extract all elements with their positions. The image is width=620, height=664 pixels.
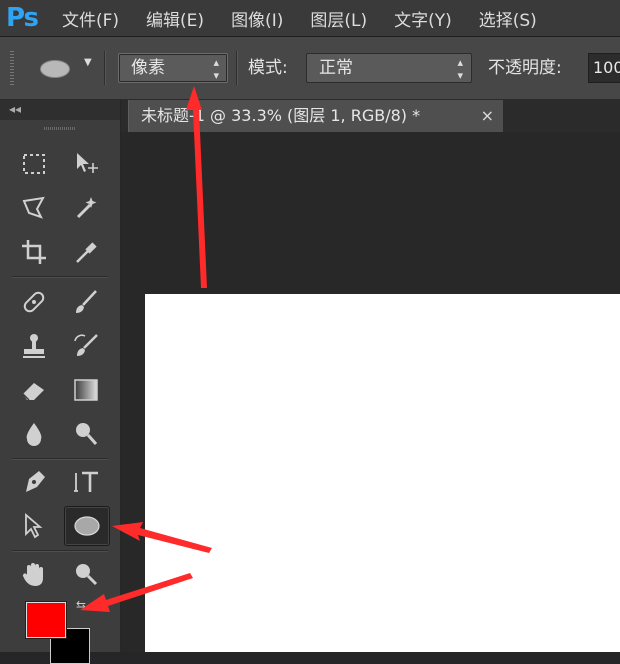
tools-separator — [12, 458, 108, 460]
eraser-tool[interactable] — [14, 372, 54, 408]
hand-icon — [22, 563, 43, 586]
clone-stamp-icon — [23, 334, 45, 358]
crop-icon — [22, 240, 46, 264]
marquee-icon — [23, 154, 45, 174]
tools-separator — [12, 276, 108, 278]
opacity-input[interactable]: 100 — [588, 53, 620, 83]
lasso-tool[interactable] — [14, 190, 54, 226]
menu-bar: Ps 文件(F) 编辑(E) 图像(I) 图层(L) 文字(Y) 选择(S) — [0, 0, 620, 37]
move-icon — [77, 153, 98, 173]
blur-icon — [26, 423, 42, 446]
ellipse-icon — [74, 516, 100, 536]
type-icon — [74, 471, 98, 492]
tools-panel-grip[interactable] — [44, 127, 76, 130]
shape-mode-value: 像素 — [131, 58, 165, 78]
path-selection-tool[interactable] — [14, 508, 54, 544]
type-tool[interactable] — [66, 464, 106, 500]
options-separator — [236, 51, 238, 85]
zoom-tool[interactable] — [66, 556, 106, 592]
brush-tool[interactable] — [66, 284, 106, 320]
lasso-icon — [22, 196, 45, 219]
healing-brush-tool[interactable] — [14, 284, 54, 320]
blend-mode-value: 正常 — [319, 58, 353, 78]
menu-select[interactable]: 选择(S) — [479, 6, 537, 31]
menu-type[interactable]: 文字(Y) — [394, 6, 452, 31]
menu-edit[interactable]: 编辑(E) — [146, 6, 204, 31]
swap-colors-icon[interactable]: ⇆ — [76, 598, 86, 612]
close-icon[interactable]: × — [481, 100, 494, 132]
move-tool[interactable] — [66, 146, 106, 182]
eyedropper-icon — [76, 242, 97, 263]
document-canvas[interactable] — [145, 294, 620, 652]
eraser-icon — [22, 383, 44, 401]
magic-wand-icon — [76, 197, 97, 219]
hand-tool[interactable] — [14, 556, 54, 592]
foreground-color-swatch[interactable] — [26, 602, 66, 638]
tools-panel-collapse[interactable]: ◂◂ — [0, 100, 120, 120]
document-tab-title: 未标题-1 @ 33.3% (图层 1, RGB/8) * — [141, 106, 421, 125]
menu-file[interactable]: 文件(F) — [62, 6, 119, 31]
tool-preset-dropdown-icon[interactable]: ▼ — [84, 57, 92, 68]
options-bar-grip[interactable] — [10, 51, 14, 85]
brush-icon — [76, 290, 97, 313]
marquee-tool[interactable] — [14, 146, 54, 182]
eyedropper-tool[interactable] — [66, 234, 106, 270]
options-separator — [104, 51, 106, 85]
blur-tool[interactable] — [14, 416, 54, 452]
zoom-icon — [76, 564, 98, 586]
blend-mode-label: 模式: — [248, 58, 288, 78]
healing-brush-icon — [23, 291, 45, 313]
pen-tool[interactable] — [14, 464, 54, 500]
select-spinner-icon: ▴ ▾ — [457, 56, 463, 82]
tool-preset-ellipse-icon[interactable] — [40, 60, 70, 78]
options-bar: ▼ 像素 ▴▾ 模式: 正常 ▴▾ 不透明度: 100 — [0, 37, 620, 100]
opacity-label: 不透明度: — [488, 58, 562, 78]
menu-layer[interactable]: 图层(L) — [310, 6, 367, 31]
document-tab[interactable]: 未标题-1 @ 33.3% (图层 1, RGB/8) * × — [128, 100, 503, 132]
crop-tool[interactable] — [14, 234, 54, 270]
photoshop-logo: Ps — [5, 3, 39, 33]
gradient-icon — [74, 379, 98, 401]
history-brush-tool[interactable] — [66, 328, 106, 364]
gradient-tool[interactable] — [66, 372, 106, 408]
document-tab-bar: 未标题-1 @ 33.3% (图层 1, RGB/8) * × — [121, 100, 620, 132]
dodge-tool[interactable] — [66, 416, 106, 452]
ellipse-tool[interactable] — [64, 506, 110, 546]
blend-mode-select[interactable]: 正常 ▴ ▾ — [306, 53, 472, 83]
tools-separator — [12, 550, 108, 552]
select-spinner-icon: ▴ ▾ — [213, 56, 219, 82]
clone-stamp-tool[interactable] — [14, 328, 54, 364]
shape-mode-select[interactable]: 像素 ▴ ▾ — [118, 53, 228, 83]
magic-wand-tool[interactable] — [66, 190, 106, 226]
menu-image[interactable]: 图像(I) — [231, 6, 283, 31]
path-select-icon — [25, 513, 43, 539]
pen-icon — [26, 471, 45, 492]
history-brush-icon — [74, 334, 98, 356]
dodge-icon — [76, 423, 98, 445]
